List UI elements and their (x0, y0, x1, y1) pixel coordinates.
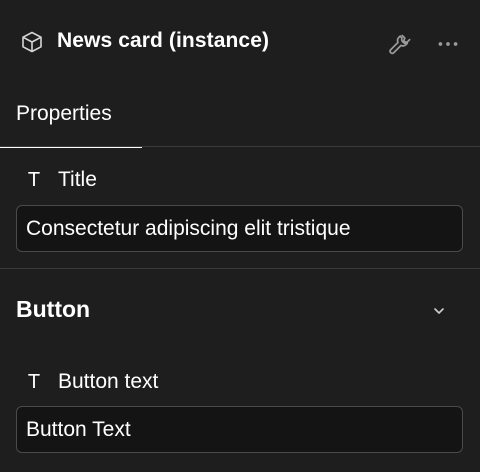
text-type-icon: T (27, 370, 41, 393)
chevron-down-icon[interactable] (430, 302, 448, 320)
text-type-icon: T (27, 168, 41, 191)
title-property-label: T Title (24, 168, 97, 192)
button-text-property-label: T Button text (24, 370, 159, 394)
button-text-label-text: Button text (58, 370, 159, 393)
wrench-icon[interactable] (386, 31, 412, 57)
tab-bar: Properties (0, 86, 480, 148)
tab-properties-label: Properties (16, 102, 112, 125)
component-cube-icon (22, 31, 42, 53)
title-property-label-text: Title (58, 168, 97, 191)
tab-properties[interactable]: Properties (0, 86, 142, 148)
panel-header: News card (instance) (0, 0, 480, 86)
component-title: News card (instance) (57, 29, 270, 52)
button-section-title: Button (16, 296, 91, 322)
title-input[interactable]: Consectetur adipiscing elit tristique (16, 205, 463, 252)
properties-panel: News card (instance) Properties T Title … (0, 0, 480, 472)
button-text-input[interactable]: Button Text (16, 406, 463, 453)
more-horizontal-icon[interactable] (435, 31, 461, 57)
tabs-divider (0, 146, 480, 147)
button-section-header[interactable]: Button (0, 269, 480, 353)
